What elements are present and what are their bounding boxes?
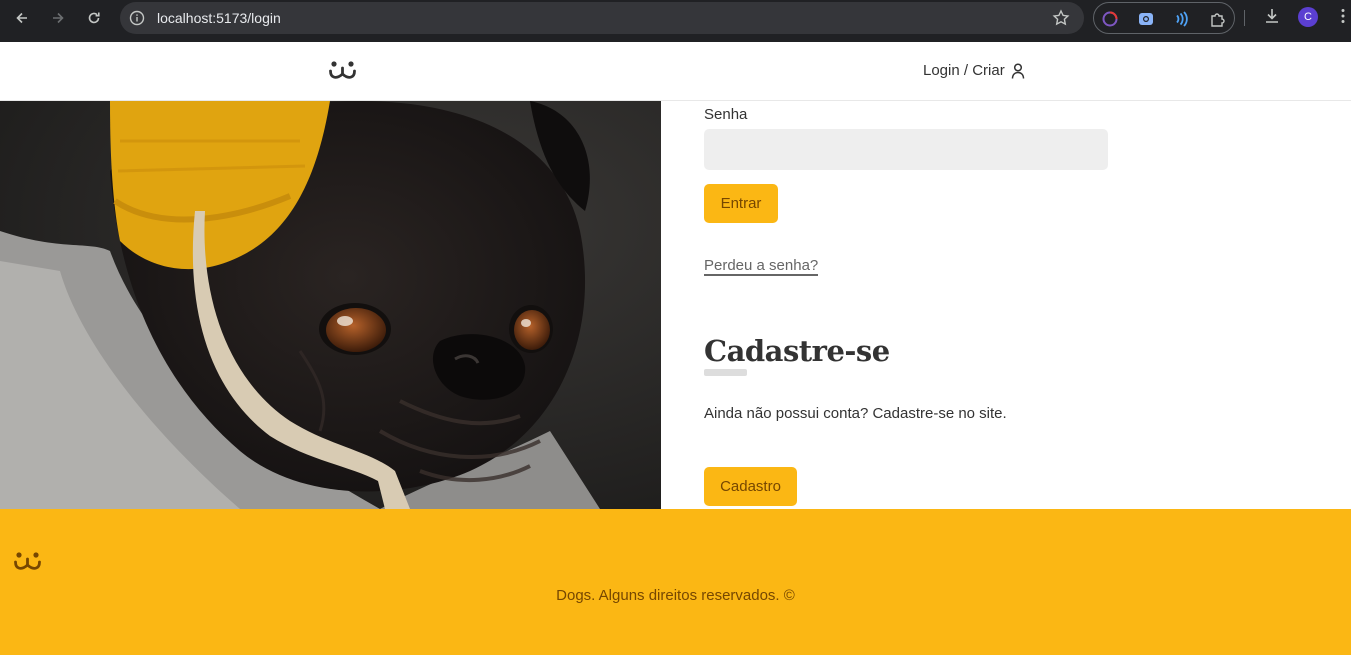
screen-capture-icon[interactable] <box>1137 10 1155 28</box>
url-text: localhost:5173/login <box>157 10 281 26</box>
extension-ring-icon[interactable] <box>1101 10 1119 28</box>
login-nav-link[interactable]: Login / Criar <box>923 62 1025 79</box>
password-label: Senha <box>704 106 748 123</box>
title-underline-decoration <box>704 369 747 376</box>
forward-arrow-icon[interactable] <box>45 5 71 31</box>
site-header: Login / Criar <box>0 42 1351 101</box>
dog-logo-icon[interactable] <box>329 60 356 82</box>
login-nav-label: Login / Criar <box>923 62 1005 79</box>
footer-dog-logo-icon <box>14 552 41 570</box>
menu-dots-icon[interactable] <box>1334 7 1351 25</box>
register-button[interactable]: Cadastro <box>704 467 797 506</box>
register-title: Cadastre-se <box>704 334 890 368</box>
login-submit-button[interactable]: Entrar <box>704 184 778 223</box>
password-input[interactable] <box>704 129 1108 170</box>
site-footer: Dogs. Alguns direitos reservados. © <box>0 509 1351 655</box>
back-arrow-icon[interactable] <box>9 5 35 31</box>
browser-toolbar: localhost:5173/login C <box>0 0 1351 42</box>
footer-copyright: Dogs. Alguns direitos reservados. © <box>556 587 795 604</box>
register-description: Ainda não possui conta? Cadastre-se no s… <box>704 405 1007 422</box>
user-icon <box>1011 62 1024 79</box>
bookmark-star-icon[interactable] <box>1052 9 1070 27</box>
lost-password-link[interactable]: Perdeu a senha? <box>704 258 819 276</box>
reload-icon[interactable] <box>81 5 107 31</box>
puzzle-extensions-icon[interactable] <box>1209 10 1227 28</box>
login-hero-photo <box>0 101 661 509</box>
extensions-group <box>1093 2 1235 34</box>
site-info-icon[interactable] <box>129 10 145 26</box>
pug-photo-image <box>0 101 661 509</box>
profile-avatar[interactable]: C <box>1298 7 1318 27</box>
address-bar[interactable]: localhost:5173/login <box>120 2 1084 34</box>
wireless-extension-icon[interactable] <box>1173 10 1191 28</box>
toolbar-divider <box>1244 10 1245 26</box>
downloads-icon[interactable] <box>1263 7 1281 25</box>
